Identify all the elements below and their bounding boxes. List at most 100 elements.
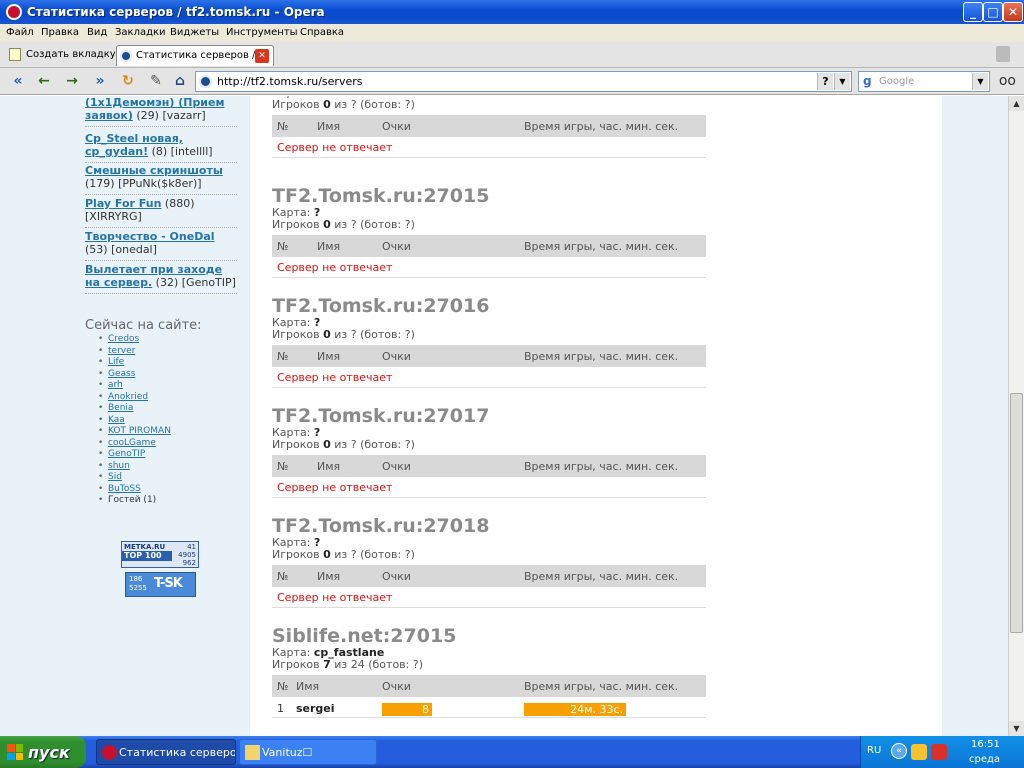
scroll-down-icon[interactable]: ▼ <box>1009 721 1024 736</box>
server-block: TF2.Tomsk.ru:27017 Карта: ? Игроков 0 из… <box>272 405 706 498</box>
tray-expand-icon[interactable]: « <box>891 743 907 759</box>
counter-value: 5255 <box>129 584 147 592</box>
reload-icon[interactable]: ↻ <box>118 71 138 91</box>
opera-page-icon <box>120 50 132 62</box>
trash-icon[interactable] <box>996 46 1010 62</box>
forum-topic-meta: (32) [GenoTIP] <box>152 276 236 289</box>
windows-logo-icon <box>7 744 23 760</box>
col-name: Имя <box>317 120 341 133</box>
search-dropdown-icon[interactable]: ▼ <box>972 73 988 90</box>
players-table-header: № Имя Очки Время игры, час. мин. сек. <box>272 675 706 697</box>
online-user-link[interactable]: GenoTIP <box>98 449 171 461</box>
vertical-scrollbar[interactable]: ▲ ▼ <box>1008 96 1024 736</box>
online-user-link[interactable]: Geass <box>98 369 171 381</box>
address-bar[interactable]: http://tf2.tomsk.ru/servers ? ▼ <box>195 71 852 92</box>
taskbar-item-opera[interactable]: Статистика серверов... <box>96 739 236 765</box>
edit-icon[interactable]: ✎ <box>146 71 166 91</box>
server-player-count: 0 <box>323 218 331 231</box>
maximize-button[interactable]: □ <box>983 2 1003 22</box>
online-user-link[interactable]: arh <box>98 380 171 392</box>
menu-tools[interactable]: Инструменты <box>226 27 298 38</box>
menu-bookmarks[interactable]: Закладки <box>115 27 166 38</box>
minimize-button[interactable]: _ <box>963 2 983 22</box>
sidebar: (1х1Демомэн) (Прием заявок) (29) [vazarr… <box>80 96 250 736</box>
server-status: Сервер не отвечает <box>272 477 706 498</box>
online-user-link[interactable]: terver <box>98 346 171 358</box>
server-players-line: Игроков 0 из ? (ботов: ?) <box>272 218 415 231</box>
server-status: Сервер не отвечает <box>272 587 706 608</box>
home-icon[interactable]: ⌂ <box>170 71 190 91</box>
online-user-link[interactable]: Anokried <box>98 392 171 404</box>
online-user-link[interactable]: Credos <box>98 334 171 346</box>
online-user-link[interactable]: BuToSS <box>98 484 171 496</box>
players-table-header: № Имя Очки Время игры, час. мин. сек. <box>272 455 706 477</box>
top100-counter-badge[interactable]: METKA.RU TOP 100 41 4905 962 <box>121 541 199 568</box>
server-players-line: Игроков 0 из ? (ботов: ?) <box>272 98 415 111</box>
col-num: № <box>277 120 289 133</box>
forum-item: Смешные скриншоты (179) [PPuNk($k8er)] <box>85 164 237 195</box>
forum-topic-meta: (8) [intellll] <box>148 145 213 158</box>
clock-time[interactable]: 16:51 <box>971 739 1000 750</box>
menu-widgets[interactable]: Виджеты <box>170 27 219 38</box>
close-window-button[interactable]: ✕ <box>1003 2 1023 22</box>
server-title: TF2.Tomsk.ru:27017 <box>272 405 490 427</box>
menu-edit[interactable]: Правка <box>41 27 79 38</box>
col-num: № <box>277 240 289 253</box>
start-button[interactable]: пуск <box>0 736 86 768</box>
player-score-bar: 8 <box>382 703 432 716</box>
taskbar-item-folder[interactable]: Vanituz☐ <box>239 739 377 765</box>
search-input[interactable]: g Google ▼ <box>858 71 990 92</box>
col-score: Очки <box>382 240 411 253</box>
online-user-link[interactable]: Life <box>98 357 171 369</box>
new-tab-label: Создать вкладку <box>26 49 116 60</box>
menu-help[interactable]: Справка <box>300 27 344 38</box>
col-time: Время игры, час. мин. сек. <box>524 460 679 473</box>
online-users-title: Сейчас на сайте: <box>85 318 202 333</box>
online-user-link[interactable]: KOT PIROMAN <box>98 426 171 438</box>
col-time: Время игры, час. мин. сек. <box>524 240 679 253</box>
online-user-link[interactable]: shun <box>98 461 171 473</box>
folder-icon <box>245 745 260 760</box>
player-num: 1 <box>277 702 284 715</box>
online-user-link[interactable]: Benia <box>98 403 171 415</box>
tab-active[interactable]: Статистика серверов / ... ✕ <box>116 45 274 66</box>
server-players-line: Игроков 0 из ? (ботов: ?) <box>272 438 415 451</box>
rewind-icon[interactable]: « <box>8 71 28 91</box>
tsk-counter-badge[interactable]: 186 5255 T-SK <box>125 572 196 597</box>
page-margin-right <box>942 96 1008 736</box>
server-players-line: Игроков 0 из ? (ботов: ?) <box>272 328 415 341</box>
forum-topic-link[interactable]: Play For Fun <box>85 197 161 210</box>
site-icon <box>199 75 212 88</box>
window-title: Статистика серверов / tf2.tomsk.ru - Ope… <box>27 5 325 19</box>
menu-view[interactable]: Вид <box>87 27 107 38</box>
online-user-link[interactable]: cooLGame <box>98 438 171 450</box>
col-time: Время игры, час. мин. сек. <box>524 570 679 583</box>
online-users-list: Credos terver Life Geass arh Anokried Be… <box>98 334 171 507</box>
online-user-link[interactable]: Kaa <box>98 415 171 427</box>
language-indicator[interactable]: RU <box>867 745 881 756</box>
close-tab-icon[interactable]: ✕ <box>255 49 269 63</box>
fast-forward-icon[interactable]: » <box>90 71 110 91</box>
site-info-button[interactable]: ? <box>817 73 833 90</box>
scroll-up-icon[interactable]: ▲ <box>1009 96 1024 111</box>
scroll-thumb[interactable] <box>1010 393 1023 633</box>
forward-icon[interactable]: → <box>62 71 82 91</box>
url-text: http://tf2.tomsk.ru/servers <box>217 75 363 88</box>
online-user-link[interactable]: Sid <box>98 472 171 484</box>
forum-item: Cp_Steel новая, cp_gydan! (8) [intellll] <box>85 132 237 163</box>
search-placeholder: Google <box>879 76 915 87</box>
back-icon[interactable]: ← <box>34 71 54 91</box>
forum-item: Вылетает при заходе на сервер. (32) [Gen… <box>85 263 237 294</box>
security-icon[interactable] <box>931 744 947 760</box>
menu-file[interactable]: Файл <box>6 27 34 38</box>
glasses-icon[interactable]: oo <box>999 73 1016 89</box>
network-icon[interactable] <box>911 744 927 760</box>
col-name: Имя <box>296 680 320 693</box>
address-dropdown-icon[interactable]: ▼ <box>834 73 850 90</box>
server-player-count: 0 <box>323 548 331 561</box>
new-tab-button[interactable]: Создать вкладку <box>6 45 122 64</box>
forum-topic-link[interactable]: Творчество - OneDal <box>85 230 215 243</box>
server-player-count: 0 <box>323 98 331 111</box>
start-label: пуск <box>28 743 70 762</box>
forum-topic-link[interactable]: Смешные скриншоты <box>85 164 223 177</box>
